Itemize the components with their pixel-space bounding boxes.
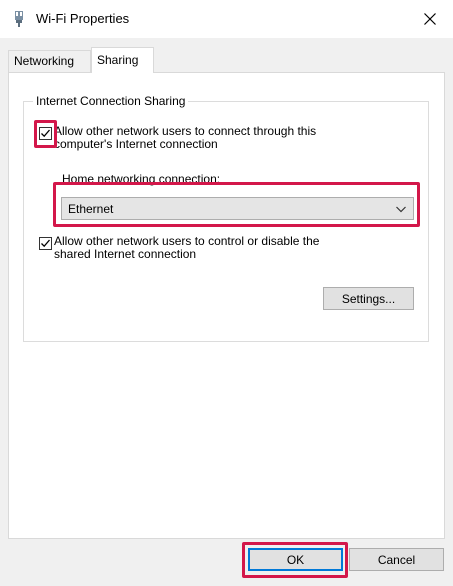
allow-connect-row: Allow other network users to connect thr…: [39, 125, 364, 151]
checkmark-icon: [41, 239, 50, 248]
group-title: Internet Connection Sharing: [33, 94, 189, 108]
cancel-button[interactable]: Cancel: [349, 548, 444, 571]
wifi-adapter-icon: [15, 11, 23, 27]
allow-connect-checkbox[interactable]: [39, 127, 52, 140]
close-button[interactable]: [407, 0, 453, 38]
allow-control-row: Allow other network users to control or …: [39, 235, 364, 261]
internet-connection-sharing-group: Internet Connection Sharing Allow other …: [23, 94, 429, 342]
home-networking-value: Ethernet: [68, 201, 114, 216]
allow-control-label[interactable]: Allow other network users to control or …: [54, 235, 364, 261]
tab-sharing[interactable]: Sharing: [91, 47, 154, 73]
window-title: Wi-Fi Properties: [36, 11, 130, 26]
allow-control-checkbox[interactable]: [39, 237, 52, 250]
allow-connect-label-line2: computer's Internet connection: [54, 137, 218, 151]
chevron-down-icon: [396, 206, 406, 213]
close-icon: [424, 13, 436, 25]
home-networking-label: Home networking connection:: [62, 172, 221, 186]
allow-control-label-line2: shared Internet connection: [54, 247, 197, 261]
sharing-tab-panel: Internet Connection Sharing Allow other …: [8, 72, 445, 539]
settings-button[interactable]: Settings...: [323, 287, 414, 310]
home-networking-dropdown[interactable]: Ethernet: [61, 197, 414, 220]
checkmark-icon: [41, 129, 50, 138]
title-bar: Wi-Fi Properties: [0, 0, 453, 38]
ok-button[interactable]: OK: [248, 548, 343, 571]
tab-networking[interactable]: Networking: [8, 50, 91, 72]
allow-connect-label[interactable]: Allow other network users to connect thr…: [54, 125, 364, 151]
wifi-properties-dialog: Wi-Fi Properties Networking Sharing Inte…: [0, 0, 453, 586]
